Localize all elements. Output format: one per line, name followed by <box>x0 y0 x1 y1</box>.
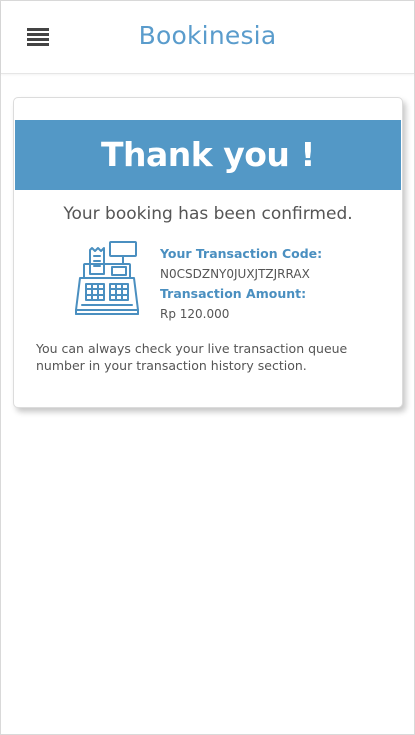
transaction-details: Your Transaction Code: N0CSDZNY0JUXJTZJR… <box>160 244 390 324</box>
transaction-history-note: You can always check your live transacti… <box>36 341 348 373</box>
booking-confirmation-card: Thank you ! Your booking has been confir… <box>13 97 403 408</box>
cash-register-icon <box>75 241 139 315</box>
transaction-code-value: N0CSDZNY0JUXJTZJRRAX <box>160 267 310 281</box>
top-app-bar: Bookinesia <box>1 1 414 74</box>
transaction-amount-label: Transaction Amount: <box>160 286 307 301</box>
thank-you-banner: Thank you ! <box>15 120 401 190</box>
app-title: Bookinesia <box>138 21 277 50</box>
transaction-amount-value: Rp 120.000 <box>160 307 230 321</box>
confirmation-message: Your booking has been confirmed. <box>63 204 353 224</box>
transaction-code-label: Your Transaction Code: <box>160 246 323 261</box>
